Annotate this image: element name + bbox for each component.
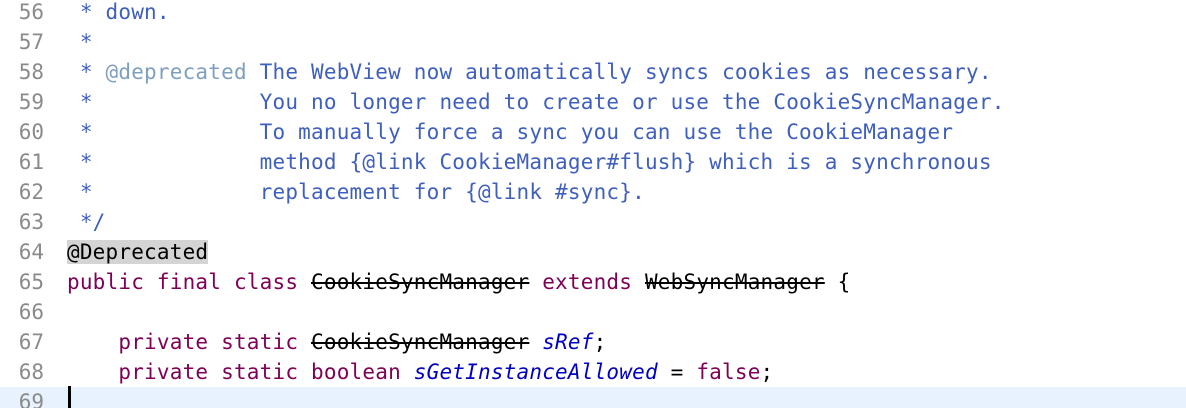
text-caret [68,386,71,408]
token-doc: */ [67,210,106,234]
code-line[interactable]: 56 * down. [0,0,1186,27]
code-line[interactable]: 66 [0,297,1186,327]
token-kw: private static [118,330,312,354]
code-editor[interactable]: 56 * down. 57 * 58 * @deprecated The WebVi… [0,0,1186,408]
code-text: private static CookieSyncManager sRef; [67,327,606,357]
line-number: 58 [18,60,44,84]
code-line[interactable]: 65 public final class CookieSyncManager e… [0,267,1186,297]
code-text: * [67,27,93,57]
token-ann-hl: @Deprecated [67,240,209,264]
token-doc: * method {@link CookieManager#flush} whi… [67,150,992,174]
token-kw: false [696,360,761,384]
token-kw: extends [529,270,645,294]
code-line[interactable]: 58 * @deprecated The WebView now automat… [0,57,1186,87]
token-deprecated: WebSyncManager [644,270,825,294]
code-text: * You no longer need to create or use th… [67,87,1005,117]
code-line[interactable]: 67 private static CookieSyncManager sRef… [0,327,1186,357]
code-line[interactable]: 57 * [0,27,1186,57]
token-kw: private static boolean [118,360,414,384]
token-kw: public final class [67,270,312,294]
code-text: * To manually force a sync you can use t… [67,117,953,147]
token-field: sRef [542,330,594,354]
token-doc: * [67,60,106,84]
code-line[interactable]: 61 * method {@link CookieManager#flush} … [0,147,1186,177]
token-deprecated: CookieSyncManager [311,330,530,354]
token-doc: The WebView now automatically syncs cook… [246,60,992,84]
token-doc: * To manually force a sync you can use t… [67,120,954,144]
token-doc: * [67,30,93,54]
code-line[interactable]: 68 private static boolean sGetInstanceAl… [0,357,1186,387]
code-text: * method {@link CookieManager#flush} whi… [67,147,992,177]
code-line[interactable]: 59 * You no longer need to create or use… [0,87,1186,117]
line-number: 57 [18,30,44,54]
line-number: 68 [18,360,44,384]
code-line[interactable]: 64 @Deprecated [0,237,1186,267]
line-number: 66 [18,300,44,324]
code-text: @Deprecated [67,237,209,267]
code-text: * replacement for {@link #sync}. [67,177,645,207]
token-doctag: @deprecated [105,60,247,84]
code-text: private static boolean sGetInstanceAllow… [67,357,773,387]
line-number: 69 [18,390,44,408]
token-plain: ; [593,330,607,354]
line-number: 67 [18,330,44,354]
token-plain: { [824,270,851,294]
code-text: public final class CookieSyncManager ext… [67,267,850,297]
line-number: 59 [18,90,44,114]
line-number: 62 [18,180,44,204]
code-text: * down. [67,0,170,27]
code-line[interactable]: 60 * To manually force a sync you can us… [0,117,1186,147]
code-text: * @deprecated The WebView now automatica… [67,57,992,87]
current-code-line[interactable]: 69 [0,387,1186,408]
token-plain: ; [760,360,774,384]
token-doc: * down. [67,0,170,24]
code-line[interactable]: 63 */ [0,207,1186,237]
line-number: 65 [18,270,44,294]
line-number: 56 [18,0,44,24]
token-deprecated: CookieSyncManager [311,270,530,294]
code-line[interactable]: 62 * replacement for {@link #sync}. [0,177,1186,207]
token-plain: = [657,360,697,384]
token-doc: * You no longer need to create or use th… [67,90,1005,114]
token-doc: * replacement for {@link #sync}. [67,180,645,204]
line-number: 63 [18,210,44,234]
line-number: 64 [18,240,44,264]
line-number: 61 [18,150,44,174]
code-text: */ [67,207,106,237]
line-number: 60 [18,120,44,144]
token-field: sGetInstanceAllowed [413,360,658,384]
